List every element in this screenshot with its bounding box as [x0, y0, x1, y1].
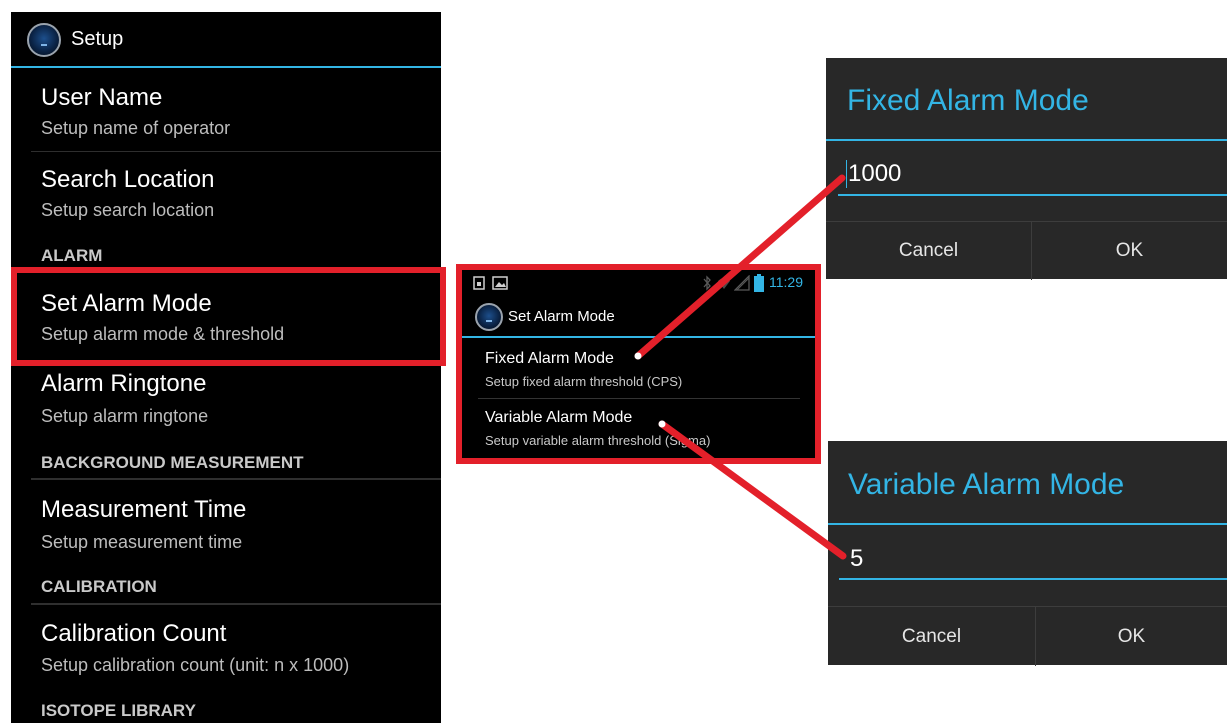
action-bar: Setup — [11, 12, 441, 68]
category-background-measurement: BACKGROUND MEASUREMENT — [41, 453, 304, 472]
input-value: 5 — [850, 545, 864, 572]
pref-search-location[interactable]: Search Location Setup search location — [11, 152, 441, 232]
button-bar: Cancel OK — [826, 221, 1227, 280]
setup-screen: Setup User Name Setup name of operator S… — [11, 12, 441, 723]
pref-subtitle: Setup name of operator — [41, 118, 231, 138]
dialog-title: Variable Alarm Mode — [848, 468, 1125, 501]
pref-alarm-ringtone[interactable]: Alarm Ringtone Setup alarm ringtone — [11, 366, 441, 446]
threshold-input[interactable]: 1000 — [838, 152, 1227, 198]
ok-button[interactable]: OK — [1036, 626, 1227, 648]
pref-title: Alarm Ringtone — [41, 370, 207, 397]
pref-subtitle: Setup alarm ringtone — [41, 406, 209, 426]
pref-title: Measurement Time — [41, 496, 247, 523]
input-value: 1000 — [848, 160, 902, 187]
pref-subtitle: Setup calibration count (unit: n x 1000) — [41, 655, 350, 675]
pref-user-name[interactable]: User Name Setup name of operator — [11, 70, 441, 150]
text-cursor — [846, 160, 847, 188]
highlight-frame — [11, 267, 446, 366]
pref-subtitle: Setup search location — [41, 200, 215, 220]
input-underline — [839, 578, 1227, 580]
button-bar: Cancel OK — [828, 606, 1227, 666]
category-calibration: CALIBRATION — [41, 577, 157, 596]
pref-title: Search Location — [41, 166, 215, 193]
pref-subtitle: Setup measurement time — [41, 532, 243, 552]
cancel-button[interactable]: Cancel — [826, 240, 1031, 262]
input-underline — [838, 194, 1227, 196]
pref-measurement-time[interactable]: Measurement Time Setup measurement time — [11, 480, 441, 565]
page-title: Setup — [71, 28, 124, 50]
pref-title: Calibration Count — [41, 620, 227, 647]
sigma-input[interactable]: 5 — [839, 536, 1227, 582]
cancel-button[interactable]: Cancel — [828, 626, 1035, 648]
title-divider — [828, 523, 1227, 525]
category-alarm: ALARM — [41, 246, 103, 265]
category-isotope-library: ISOTOPE LIBRARY — [41, 701, 196, 720]
ok-button[interactable]: OK — [1032, 240, 1227, 262]
fixed-alarm-dialog: Fixed Alarm Mode 1000 Cancel OK — [826, 58, 1227, 280]
app-icon[interactable] — [27, 23, 61, 57]
variable-alarm-dialog: Variable Alarm Mode 5 Cancel OK — [828, 441, 1227, 666]
pref-calibration-count[interactable]: Calibration Count Setup calibration coun… — [11, 605, 441, 690]
dialog-title: Fixed Alarm Mode — [847, 84, 1089, 117]
title-divider — [826, 139, 1227, 141]
highlight-frame — [456, 264, 821, 464]
pref-title: User Name — [41, 84, 163, 111]
